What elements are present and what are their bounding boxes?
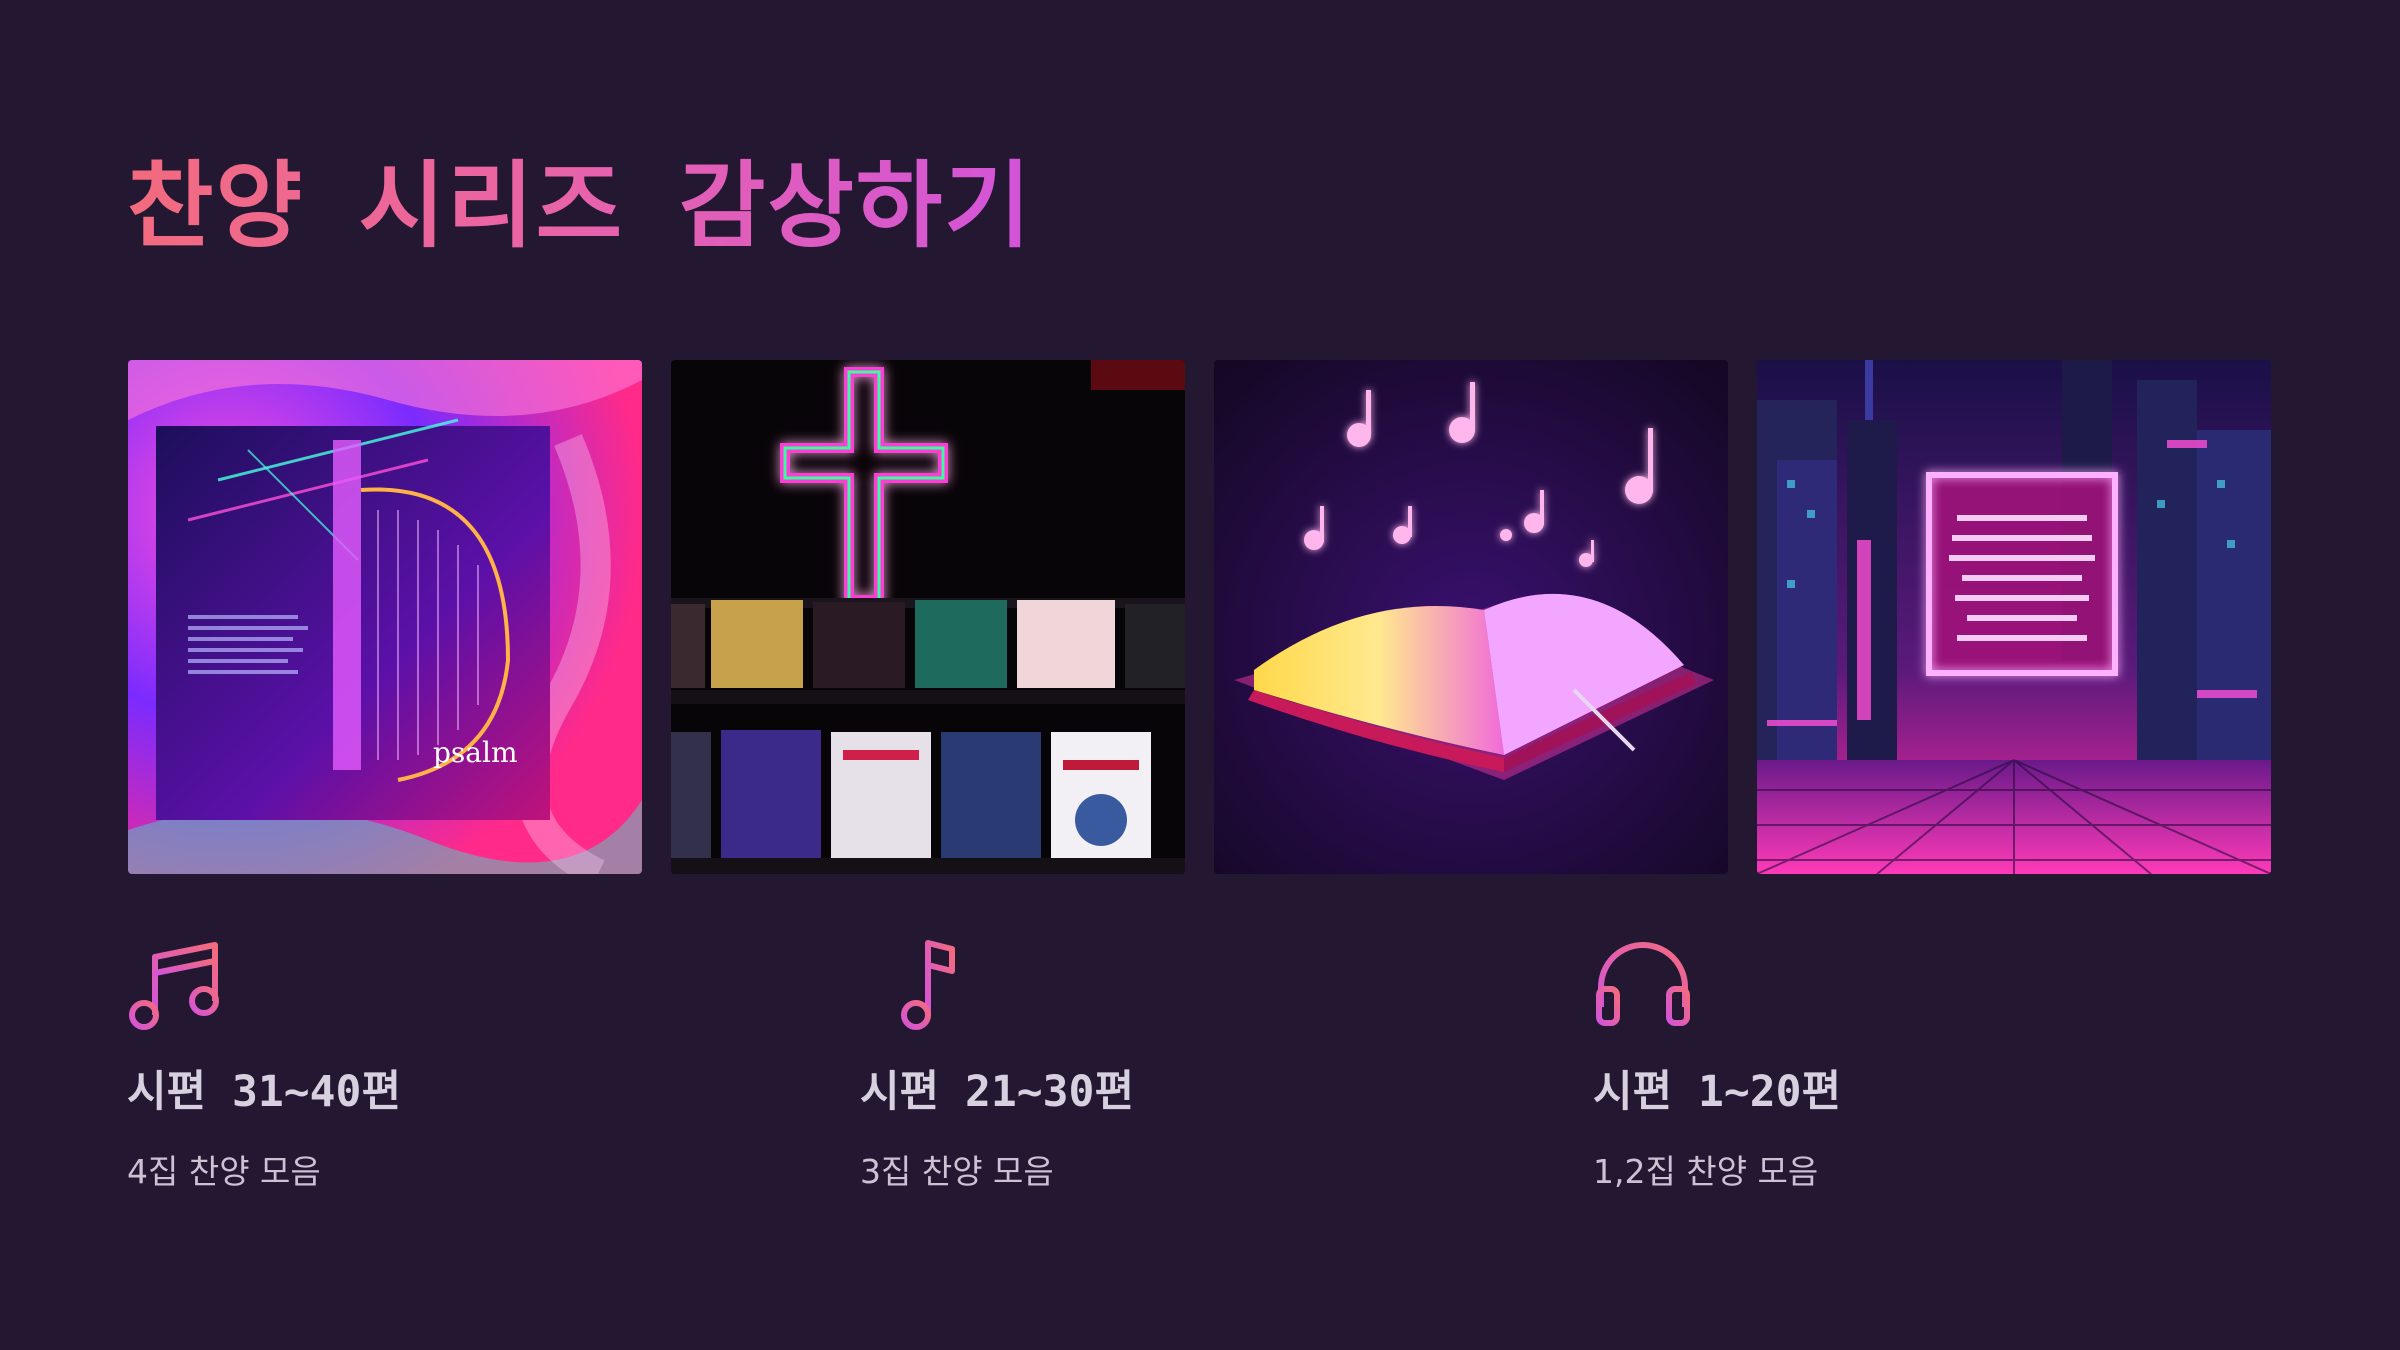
feature-psalm-21-30[interactable]: 시편 21~30편 3집 찬양 모음 bbox=[860, 935, 1510, 1193]
open-bible-art bbox=[1214, 360, 1728, 874]
neon-city-billboard-image[interactable] bbox=[1757, 360, 2271, 874]
music-notes-icon bbox=[127, 935, 227, 1035]
feature-title: 시편 1~20편 bbox=[1593, 1067, 1842, 1117]
feature-title: 시편 21~30편 bbox=[860, 1067, 1135, 1117]
feature-psalm-31-40[interactable]: 시편 31~40편 4집 찬양 모음 bbox=[127, 935, 777, 1193]
album-caption: psalm bbox=[433, 736, 518, 769]
headphones-icon bbox=[1593, 935, 1693, 1035]
feature-subtitle: 1,2집 찬양 모음 bbox=[1593, 1152, 1819, 1191]
neon-cross-cd-rack-image[interactable] bbox=[671, 360, 1185, 874]
open-bible-music-notes-image[interactable] bbox=[1214, 360, 1728, 874]
feature-subtitle: 3집 찬양 모음 bbox=[860, 1152, 1054, 1191]
neon-city-art bbox=[1757, 360, 2271, 874]
feature-psalm-1-20[interactable]: 시편 1~20편 1,2집 찬양 모음 bbox=[1593, 935, 2243, 1193]
feature-subtitle: 4집 찬양 모음 bbox=[127, 1152, 321, 1191]
feature-list: 시편 31~40편 4집 찬양 모음 시편 21~30편 3집 찬양 모음 시편… bbox=[127, 935, 2327, 1235]
page-title: 찬양 시리즈 감상하기 bbox=[127, 130, 1033, 266]
image-gallery: psalm bbox=[128, 360, 2271, 874]
psalm-album-cover-image[interactable]: psalm bbox=[128, 360, 642, 874]
neon-cross-art bbox=[671, 360, 1185, 874]
playlist-icon bbox=[860, 935, 960, 1035]
psalm-album-art: psalm bbox=[128, 360, 642, 874]
feature-title: 시편 31~40편 bbox=[127, 1067, 402, 1117]
